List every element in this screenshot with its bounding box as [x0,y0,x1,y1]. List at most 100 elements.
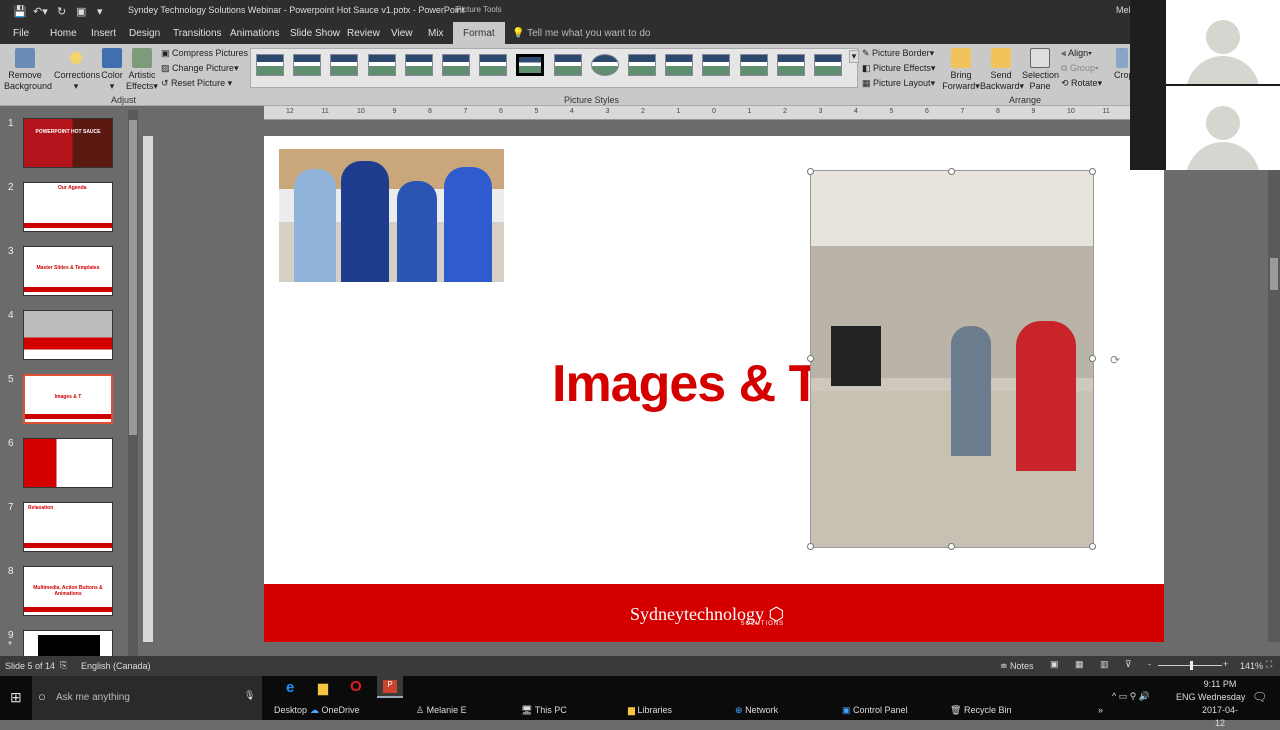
tray-icons[interactable]: ^ ▭ ⚲ 🔊 [1112,691,1150,702]
save-icon[interactable]: 💾 [13,5,27,18]
tab-view[interactable]: View [391,28,413,39]
notes-button[interactable]: ≐ Notes [1000,661,1034,672]
resize-handle[interactable] [1089,168,1096,175]
bring-forward-button[interactable]: Bring Forward▾ [942,48,980,92]
tab-animations[interactable]: Animations [230,28,279,39]
tab-home[interactable]: Home [50,28,77,39]
slide-thumbnail[interactable]: Images & T [23,374,113,424]
picture-style-option[interactable] [442,54,470,76]
align-button[interactable]: ⫷ Align▾ [1061,48,1092,59]
resize-handle[interactable] [807,355,814,362]
picture-style-option[interactable] [590,54,619,76]
windows-start-icon[interactable]: ⊞ [10,689,22,706]
resize-handle[interactable] [807,543,814,550]
picture-style-option[interactable] [404,54,433,76]
slide-thumbnail[interactable]: Relaxation [23,502,113,552]
file-explorer-icon[interactable]: ▆ [318,680,328,696]
rotate-handle-icon[interactable]: ⟳ [1110,353,1120,367]
tab-slide-show[interactable]: Slide Show [290,28,340,39]
redo-icon[interactable]: ↻ [57,5,66,18]
slideshow-icon[interactable]: ⊽ [1125,659,1132,670]
remove-background-button[interactable]: Remove Background [4,48,52,92]
resize-handle[interactable] [1089,543,1096,550]
desktop-toolbar-item[interactable]: Desktop [274,705,307,715]
slide-scrollbar[interactable] [1268,136,1280,642]
rotate-button[interactable]: ⟲ Rotate▾ [1061,78,1102,89]
resize-handle[interactable] [1089,355,1096,362]
spellcheck-icon[interactable]: ⎘ [60,660,67,671]
thumbnails-scrollbar[interactable] [128,110,138,656]
color-button[interactable]: Color ▾ [100,48,124,92]
picture-style-option[interactable] [665,54,694,76]
toolbar-overflow-icon[interactable]: » [1098,705,1103,715]
recycle-bin-link[interactable]: 🗑 Recycle Bin [950,705,1011,716]
tab-transitions[interactable]: Transitions [173,28,222,39]
user-name[interactable]: Mel [1116,5,1131,15]
gallery-more-button[interactable]: ▾ [849,50,859,63]
crop-button[interactable]: Crop [1114,48,1130,81]
reading-view-icon[interactable]: ▥ [1100,659,1109,670]
language-indicator[interactable]: English (Canada) [81,661,151,671]
edge-icon[interactable]: e [286,679,294,696]
this-pc-link[interactable]: 🖥 This PC [521,705,567,716]
picture-style-option[interactable] [367,54,396,76]
slide-thumbnail[interactable] [23,310,113,360]
slide-thumbnail[interactable]: Multimedia, Action Buttons & Animations [23,566,113,616]
resize-handle[interactable] [948,168,955,175]
tab-design[interactable]: Design [129,28,160,39]
artistic-effects-button[interactable]: Artistic Effects▾ [126,48,158,92]
control-panel-link[interactable]: ▣ Control Panel [842,705,908,716]
opera-icon[interactable]: O [350,678,362,695]
picture-effects-button[interactable]: ◧ Picture Effects▾ [862,63,935,74]
user-folder-link[interactable]: ♙ Melanie E [416,705,467,716]
picture-style-option[interactable] [739,54,768,76]
tab-file[interactable]: File [13,28,29,39]
picture-style-option[interactable] [330,54,359,76]
zoom-out-button[interactable]: - [1148,659,1151,669]
picture-style-option[interactable] [293,54,322,76]
fit-slide-icon[interactable]: ⛶ [1266,659,1272,670]
tab-format[interactable]: Format [453,22,505,44]
slide-thumbnail[interactable]: Master Slides & Templates [23,246,113,296]
normal-view-icon[interactable]: ▣ [1050,659,1059,670]
tab-insert[interactable]: Insert [91,28,116,39]
corrections-button[interactable]: Corrections ▾ [54,48,100,92]
cortana-search[interactable]: ○ Ask me anything 🎙 [32,676,262,720]
compress-pictures-button[interactable]: ▣ Compress Pictures [161,48,248,59]
onedrive-link[interactable]: ☁ OneDrive [310,705,360,716]
send-backward-button[interactable]: Send Backward▾ [980,48,1024,92]
change-picture-button[interactable]: ▨ Change Picture▾ [161,63,239,74]
libraries-link[interactable]: ▆ Libraries [628,705,672,716]
picture-style-option[interactable] [516,54,545,76]
slide-title[interactable]: Images & Te [552,354,844,414]
slide-thumbnail[interactable] [23,438,113,488]
picture-layout-button[interactable]: ▦ Picture Layout▾ [862,78,935,89]
tab-review[interactable]: Review [347,28,380,39]
slide-thumbnail[interactable]: Our Agenda [23,182,113,232]
tab-mix[interactable]: Mix [428,28,444,39]
picture-style-option[interactable] [814,54,842,76]
slide-canvas[interactable]: Images & Te ⟳ Sydneytechnology SOLUTIONS … [264,136,1164,642]
action-center-icon[interactable]: 🗨 [1252,690,1267,704]
picture-style-option[interactable] [628,54,656,76]
picture-style-option[interactable] [479,54,508,76]
reset-picture-button[interactable]: ↺ Reset Picture ▾ [161,78,232,89]
picture-border-button[interactable]: ✎ Picture Border▾ [862,48,934,59]
zoom-slider-thumb[interactable] [1190,661,1193,670]
slide-thumbnail[interactable]: POWERPOINT HOT SAUCE [23,118,113,168]
picture-style-option[interactable] [256,54,284,76]
undo-icon[interactable]: ↶▾ [33,5,48,18]
selection-pane-button[interactable]: Selection Pane [1022,48,1059,92]
clock[interactable]: 9:11 PM Wednesday 2017-04-12 [1198,678,1245,730]
scroll-thumb[interactable] [129,120,137,435]
customize-qat-icon[interactable]: ▾ [97,5,103,18]
zoom-in-button[interactable]: + [1223,659,1228,669]
present-icon[interactable]: ▣ [76,5,86,18]
office-photo[interactable] [810,170,1094,548]
scroll-thumb[interactable] [1270,258,1278,290]
powerpoint-taskbar-icon[interactable]: P [377,676,403,698]
resize-handle[interactable] [948,543,955,550]
team-photo[interactable] [279,149,504,282]
language-tray[interactable]: ENG [1176,692,1196,702]
zoom-level[interactable]: 141% [1240,661,1263,671]
